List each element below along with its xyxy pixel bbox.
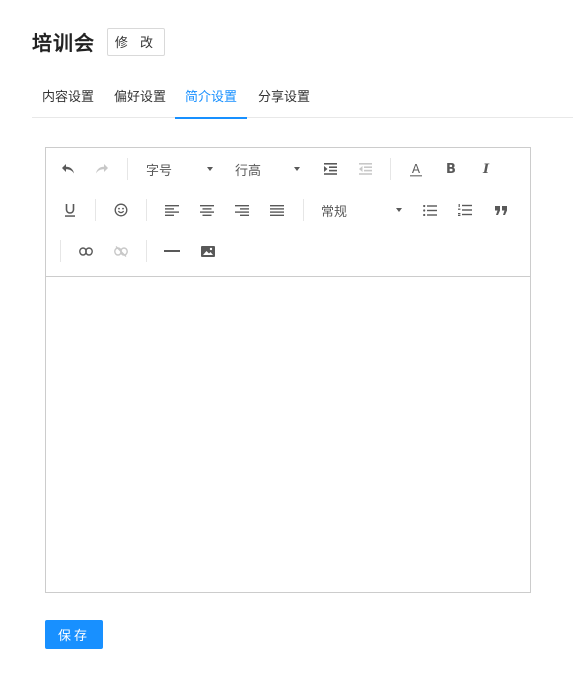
quote-icon[interactable] xyxy=(490,199,512,221)
toolbar-divider xyxy=(390,158,391,180)
align-left-icon[interactable] xyxy=(161,199,183,221)
tab-preference-settings[interactable]: 偏好设置 xyxy=(114,84,166,118)
tab-share-settings[interactable]: 分享设置 xyxy=(258,84,310,118)
chevron-down-icon xyxy=(207,167,213,171)
tab-content-settings[interactable]: 内容设置 xyxy=(42,84,94,118)
edit-button[interactable]: 修 改 xyxy=(107,27,165,56)
font-color-icon[interactable]: A xyxy=(405,158,427,180)
link-icon[interactable] xyxy=(75,240,97,262)
horizontal-rule-icon[interactable] xyxy=(161,240,183,262)
align-center-icon[interactable] xyxy=(196,199,218,221)
image-icon[interactable] xyxy=(197,240,219,262)
svg-text:A: A xyxy=(412,162,421,176)
unlink-icon[interactable] xyxy=(110,240,132,262)
save-button[interactable]: 保存 xyxy=(45,620,103,649)
page-title: 培训会 xyxy=(32,31,95,55)
rich-text-editor: 字号 行高 A B I 常规 xyxy=(45,147,531,593)
toolbar-divider xyxy=(95,199,96,221)
bullet-list-icon[interactable] xyxy=(419,199,441,221)
outdent-icon[interactable] xyxy=(354,158,376,180)
align-justify-icon[interactable] xyxy=(266,199,288,221)
tab-bar: 内容设置 偏好设置 简介设置 分享设置 xyxy=(32,84,573,119)
editor-toolbar: 字号 行高 A B I 常规 xyxy=(46,148,530,277)
bold-icon[interactable]: B xyxy=(440,158,462,180)
line-height-select[interactable]: 行高 xyxy=(235,158,300,180)
toolbar-divider xyxy=(127,158,128,180)
toolbar-divider xyxy=(146,199,147,221)
font-size-select-label: 字号 xyxy=(146,163,173,179)
font-size-select[interactable]: 字号 xyxy=(146,158,213,180)
toolbar-divider xyxy=(60,240,61,262)
chevron-down-icon xyxy=(396,208,402,212)
emoji-icon[interactable] xyxy=(110,199,132,221)
paragraph-select[interactable]: 常规 xyxy=(321,199,402,221)
toolbar-divider xyxy=(303,199,304,221)
paragraph-select-label: 常规 xyxy=(321,204,348,220)
italic-icon[interactable]: I xyxy=(475,158,497,180)
editor-content-area[interactable] xyxy=(46,277,530,592)
tab-intro-settings[interactable]: 简介设置 xyxy=(175,84,247,119)
chevron-down-icon xyxy=(294,167,300,171)
indent-icon[interactable] xyxy=(319,158,341,180)
align-right-icon[interactable] xyxy=(231,199,253,221)
toolbar-divider xyxy=(146,240,147,262)
underline-icon[interactable] xyxy=(59,199,81,221)
redo-icon[interactable] xyxy=(91,158,113,180)
undo-icon[interactable] xyxy=(57,158,79,180)
line-height-select-label: 行高 xyxy=(235,163,262,179)
numbered-list-icon[interactable] xyxy=(454,199,476,221)
page-header: 培训会 修 改 xyxy=(32,27,165,56)
